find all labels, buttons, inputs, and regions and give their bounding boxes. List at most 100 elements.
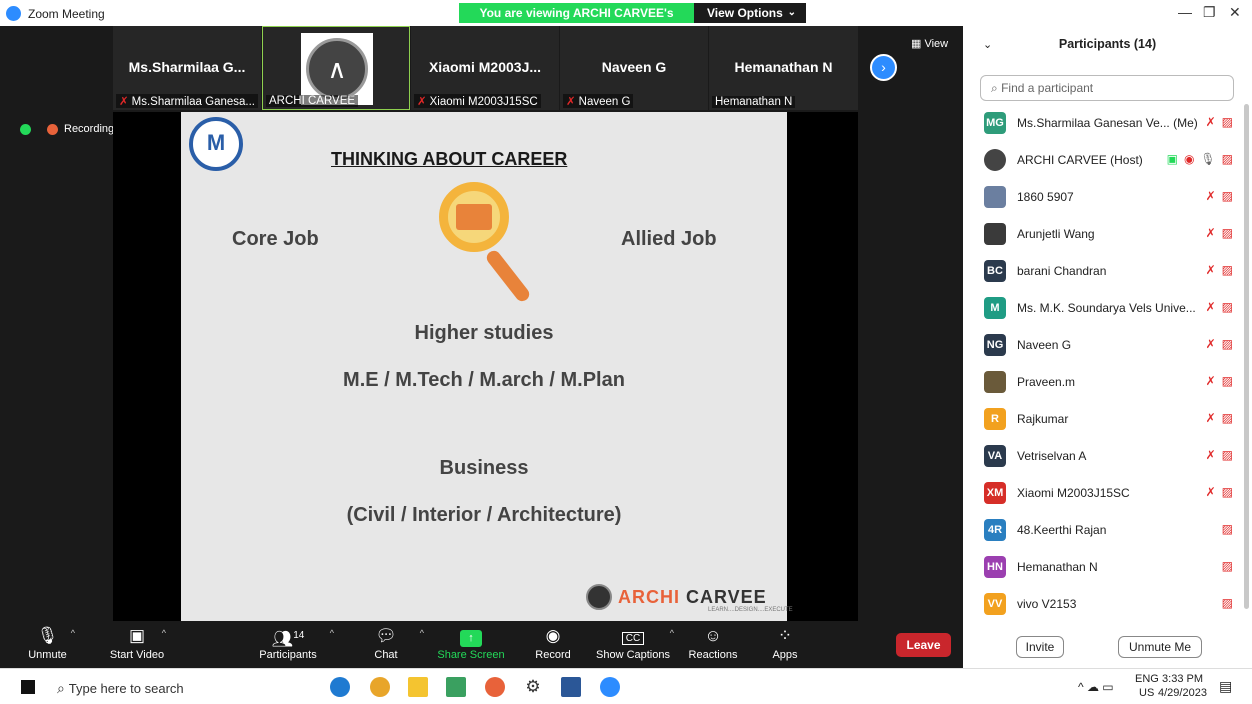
mic-muted-icon: ✗ — [1205, 337, 1216, 351]
participant-search-input[interactable]: ⌕ Find a participant — [980, 75, 1234, 101]
thumb-label: ✗ Ms.Sharmilaa Ganesa... — [116, 94, 258, 108]
thumb-label: ARCHI CARVEE — [266, 95, 359, 107]
avatar: VA — [984, 445, 1006, 467]
view-button[interactable]: ▦ View — [911, 37, 948, 50]
next-page-button[interactable]: › — [870, 54, 897, 81]
list-item[interactable]: VV vivo V2153 ▨ — [963, 585, 1243, 622]
chevron-up-icon[interactable]: ^ — [420, 628, 424, 638]
video-thumb[interactable]: Naveen G ✗ Naveen G — [560, 26, 708, 110]
notification-icon[interactable]: ▤ — [1219, 679, 1232, 693]
chat-icon: 💬︎ — [375, 626, 397, 645]
video-thumb[interactable]: Ms.Sharmilaa G... ✗ Ms.Sharmilaa Ganesa..… — [113, 26, 261, 110]
list-item[interactable]: Praveen.m ✗ ▨ — [963, 363, 1243, 400]
list-item[interactable]: XM Xiaomi M2003J15SC ✗ ▨ — [963, 474, 1243, 511]
video-thumb[interactable]: Hemanathan N Hemanathan N — [709, 26, 858, 110]
chrome-icon[interactable] — [370, 677, 390, 697]
unmute-button[interactable]: 🎙︎ ^ Unmute — [20, 621, 75, 668]
settings-gear-icon[interactable]: ⚙ — [523, 677, 543, 697]
list-item[interactable]: Arunjetli Wang ✗ ▨ — [963, 215, 1243, 252]
mic-muted-icon: ✗ — [1205, 485, 1216, 499]
browser-icon[interactable] — [485, 677, 505, 697]
list-item[interactable]: NG Naveen G ✗ ▨ — [963, 326, 1243, 363]
share-banner: You are viewing ARCHI CARVEE's screen — [459, 3, 694, 40]
chevron-up-icon[interactable]: ^ — [162, 628, 166, 638]
list-item[interactable]: MG Ms.Sharmilaa Ganesan Ve... (Me) ✗ ▨ — [963, 104, 1243, 141]
avatar: HN — [984, 556, 1006, 578]
status-icons: ✗ ▨ — [1206, 485, 1233, 499]
avatar — [984, 223, 1006, 245]
list-item[interactable]: VA Vetriselvan A ✗ ▨ — [963, 437, 1243, 474]
search-icon: ⌕ — [991, 81, 998, 95]
status-icons: ✗ ▨ — [1206, 411, 1233, 425]
apps-button[interactable]: ⁘ Apps — [765, 621, 805, 668]
word-icon[interactable] — [561, 677, 581, 697]
video-off-icon: ▨ — [1221, 448, 1233, 462]
language-indicator[interactable]: ENG US — [1135, 672, 1159, 700]
taskbar-search[interactable]: ⌕ Type here to search — [57, 680, 184, 697]
edge-icon[interactable] — [330, 677, 350, 697]
restore-icon[interactable]: ❐ — [1203, 4, 1216, 21]
list-item[interactable]: 1860 5907 ✗ ▨ — [963, 178, 1243, 215]
avatar: NG — [984, 334, 1006, 356]
invite-button[interactable]: Invite — [1016, 636, 1064, 658]
magnifier-handle-icon — [484, 248, 532, 304]
video-off-icon: ▨ — [1221, 152, 1233, 166]
status-icons: ✗ ▨ — [1206, 337, 1233, 351]
start-video-button[interactable]: ▣ ^ Start Video — [102, 621, 172, 668]
share-screen-button[interactable]: ↑ Share Screen — [436, 621, 506, 668]
status-icons: ▨ — [1222, 559, 1233, 573]
participants-panel: — ❐ ✕ ⌄ Participants (14) ⌕ Find a parti… — [963, 0, 1252, 668]
list-item[interactable]: M Ms. M.K. Soundarya Vels Unive... ✗ ▨ — [963, 289, 1243, 326]
close-icon[interactable]: ✕ — [1229, 4, 1241, 21]
chevron-up-icon[interactable]: ^ — [71, 628, 75, 638]
avatar — [984, 186, 1006, 208]
mic-muted-icon: ✗ — [1205, 374, 1216, 388]
captions-button[interactable]: CC ^ Show Captions — [594, 621, 674, 668]
brand-logo-icon — [586, 584, 612, 610]
leave-button[interactable]: Leave — [896, 633, 951, 657]
slide-higher-studies: Higher studies — [414, 322, 554, 344]
file-explorer-icon[interactable] — [408, 677, 428, 697]
windows-start-icon[interactable] — [21, 680, 35, 694]
thumb-name: Ms.Sharmilaa G... — [128, 59, 246, 75]
thumb-name: Hemanathan N — [734, 59, 833, 75]
video-thumbnail-strip: Ms.Sharmilaa G... ✗ Ms.Sharmilaa Ganesa..… — [113, 26, 858, 110]
reactions-button[interactable]: ☺ Reactions — [686, 621, 740, 668]
mic-muted-icon: ✗ — [1205, 226, 1216, 240]
avatar: BC — [984, 260, 1006, 282]
video-off-icon: ▨ — [1221, 263, 1233, 277]
video-thumb-active[interactable]: ∧ ARCHI CARVEE — [262, 26, 410, 110]
tray-icons[interactable]: ^ ☁ ▭ — [1078, 680, 1114, 694]
participants-button[interactable]: 👥︎14 ^ Participants — [252, 621, 334, 668]
slide-logo-icon: M — [189, 117, 243, 171]
chat-button[interactable]: 💬︎ ^ Chat — [366, 621, 424, 668]
video-off-icon: ▨ — [1221, 485, 1233, 499]
zoom-icon[interactable] — [600, 677, 620, 697]
mic-muted-icon: 🎙︎ — [36, 626, 59, 645]
mic-muted-icon: ✗ — [1205, 448, 1216, 462]
status-icons: ✗ ▨ — [1206, 115, 1233, 129]
list-item[interactable]: HN Hemanathan N ▨ — [963, 548, 1243, 585]
cc-icon: CC — [594, 623, 672, 649]
taskbar: ⌕ Type here to search ⚙ ^ ☁ ▭ ENG US 3:33… — [0, 668, 1252, 704]
panel-scrollbar[interactable] — [1244, 104, 1249, 609]
minimize-icon[interactable]: — — [1178, 4, 1192, 20]
list-item[interactable]: 4R 48.Keerthi Rajan ▨ — [963, 511, 1243, 548]
record-icon: ◉ — [1183, 152, 1195, 166]
list-item[interactable]: ARCHI CARVEE (Host) ▣ ◉ 🎙︎ ▨ — [963, 141, 1243, 178]
avatar: M — [984, 297, 1006, 319]
list-item[interactable]: BC barani Chandran ✗ ▨ — [963, 252, 1243, 289]
chevron-up-icon[interactable]: ^ — [670, 628, 674, 638]
list-item[interactable]: R Rajkumar ✗ ▨ — [963, 400, 1243, 437]
chevron-up-icon[interactable]: ^ — [330, 628, 334, 638]
unmute-me-button[interactable]: Unmute Me — [1118, 636, 1202, 658]
record-button[interactable]: ◉ Record — [530, 621, 576, 668]
video-off-icon: ▨ — [1221, 596, 1233, 610]
clock[interactable]: 3:33 PM 4/29/2023 — [1158, 672, 1207, 700]
spreadsheet-icon[interactable] — [446, 677, 466, 697]
recording-indicator: Recording — [20, 123, 114, 135]
video-thumb[interactable]: Xiaomi M2003J... ✗ Xiaomi M2003J15SC — [411, 26, 559, 110]
thumb-label: ✗ Naveen G — [563, 94, 634, 108]
view-options-button[interactable]: View Options ⌄ — [694, 3, 806, 23]
brand-word-2: CARVEE — [686, 586, 767, 607]
